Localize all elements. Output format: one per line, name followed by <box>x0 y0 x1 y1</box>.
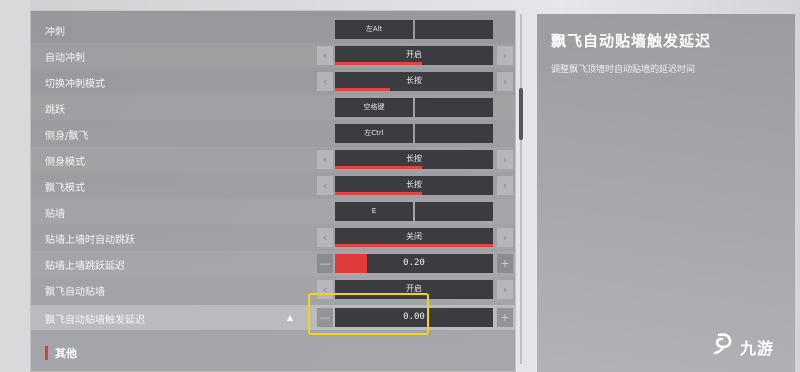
option-value: 关闭 <box>406 232 422 241</box>
secondary-keybind[interactable] <box>415 124 493 143</box>
setting-label: 冲刺 <box>45 27 65 38</box>
setting-row-wall-jump-delay[interactable]: 贴墙上墙跳跃延迟 — 0.20 + <box>31 251 515 276</box>
next-option-button[interactable]: › <box>497 150 513 169</box>
next-option-button[interactable]: › <box>497 280 513 299</box>
slider-value: 0.20 <box>403 258 425 268</box>
watermark-text: 九游 <box>740 339 775 358</box>
primary-keybind[interactable]: 空格键 <box>335 98 413 117</box>
settings-panel: 冲刺 左Alt 自动冲刺 ‹ 开启 › 切换冲刺模式 ‹ 长按 › 跳跃 空格键… <box>30 10 516 372</box>
setting-row-sidestep-mode[interactable]: 侧身模式 ‹ 长按 › <box>31 147 515 172</box>
detail-description: 调整飘飞顶墙时自动贴墙的延迟时间 <box>551 65 696 75</box>
option-indicator-bar <box>335 88 391 91</box>
next-option-button[interactable]: › <box>497 228 513 247</box>
setting-detail-panel: 飘飞自动贴墙触发延迟 调整飘飞顶墙时自动贴墙的延迟时间 <box>537 14 795 372</box>
previous-option-button[interactable]: ‹ <box>317 150 333 169</box>
watermark: 九游 <box>712 330 794 360</box>
secondary-keybind[interactable] <box>415 20 493 39</box>
detail-title: 飘飞自动贴墙触发延迟 <box>551 32 712 50</box>
next-option-button[interactable]: › <box>497 46 513 65</box>
scrollbar-track[interactable] <box>520 14 522 364</box>
setting-row-sprint[interactable]: 冲刺 左Alt <box>31 17 515 42</box>
setting-label: 跳跃 <box>45 105 65 116</box>
secondary-keybind[interactable] <box>415 98 493 117</box>
section-accent-bar <box>45 346 48 360</box>
setting-row-auto-sprint[interactable]: 自动冲刺 ‹ 开启 › <box>31 43 515 68</box>
option-indicator-bar <box>335 62 422 65</box>
window-frame <box>0 0 30 372</box>
option-value: 长按 <box>406 180 422 189</box>
previous-option-button[interactable]: ‹ <box>317 46 333 65</box>
increase-button[interactable]: + <box>497 308 513 327</box>
setting-label: 切换冲刺模式 <box>45 79 105 90</box>
setting-label: 贴墙上墙时自动跳跃 <box>45 235 135 246</box>
option-selector[interactable]: 长按 <box>335 72 493 91</box>
value-slider[interactable]: 0.20 <box>335 254 493 273</box>
setting-row-glide-auto-wall-delay[interactable]: 飘飞自动贴墙触发延迟 — 0.00 + <box>31 305 515 330</box>
setting-label: 侧身/飘飞 <box>45 131 89 142</box>
setting-row-jump[interactable]: 跳跃 空格键 <box>31 95 515 120</box>
option-selector[interactable]: 关闭 <box>335 228 493 247</box>
option-value: 开启 <box>406 284 422 293</box>
increase-button[interactable]: + <box>497 254 513 273</box>
secondary-keybind[interactable] <box>415 202 493 221</box>
setting-label: 飘飞自动贴墙 <box>45 287 105 298</box>
setting-label: 贴墙 <box>45 209 65 220</box>
decrease-button[interactable]: — <box>317 254 333 273</box>
setting-row-glide-auto-wall[interactable]: 飘飞自动贴墙 ‹ 开启 › <box>31 277 515 302</box>
setting-row-glide-mode[interactable]: 飘飞模式 ‹ 长按 › <box>31 173 515 198</box>
option-value: 长按 <box>406 154 422 163</box>
setting-row-wall-cling[interactable]: 贴墙 E <box>31 199 515 224</box>
previous-option-button[interactable]: ‹ <box>317 228 333 247</box>
mouse-cursor-icon <box>287 315 293 321</box>
option-value: 开启 <box>406 50 422 59</box>
option-selector[interactable]: 长按 <box>335 176 493 195</box>
previous-option-button[interactable]: ‹ <box>317 176 333 195</box>
next-option-button[interactable]: › <box>497 72 513 91</box>
option-indicator-bar <box>335 166 422 169</box>
next-option-button[interactable]: › <box>497 176 513 195</box>
option-selector[interactable]: 长按 <box>335 150 493 169</box>
setting-row-sidestep-glide[interactable]: 侧身/飘飞 左Ctrl <box>31 121 515 146</box>
setting-row-sprint-toggle-mode[interactable]: 切换冲刺模式 ‹ 长按 › <box>31 69 515 94</box>
setting-label: 侧身模式 <box>45 157 85 168</box>
option-indicator-bar <box>335 192 422 195</box>
primary-keybind[interactable]: 左Ctrl <box>335 124 413 143</box>
option-selector[interactable]: 开启 <box>335 46 493 65</box>
setting-label: 贴墙上墙跳跃延迟 <box>45 261 125 272</box>
setting-label: 飘飞自动贴墙触发延迟 <box>45 315 145 326</box>
previous-option-button[interactable]: ‹ <box>317 72 333 91</box>
setting-row-wall-auto-jump[interactable]: 贴墙上墙时自动跳跃 ‹ 关闭 › <box>31 225 515 250</box>
option-value: 长按 <box>406 76 422 85</box>
setting-label: 飘飞模式 <box>45 183 85 194</box>
primary-keybind[interactable]: E <box>335 202 413 221</box>
jiuyou-logo-icon <box>713 333 732 355</box>
primary-keybind[interactable]: 左Alt <box>335 20 413 39</box>
section-title: 其他 <box>55 347 77 360</box>
setting-label: 自动冲刺 <box>45 53 85 64</box>
scrollbar-thumb[interactable] <box>519 88 523 140</box>
annotation-highlight <box>308 293 429 335</box>
option-indicator-bar <box>335 244 493 247</box>
